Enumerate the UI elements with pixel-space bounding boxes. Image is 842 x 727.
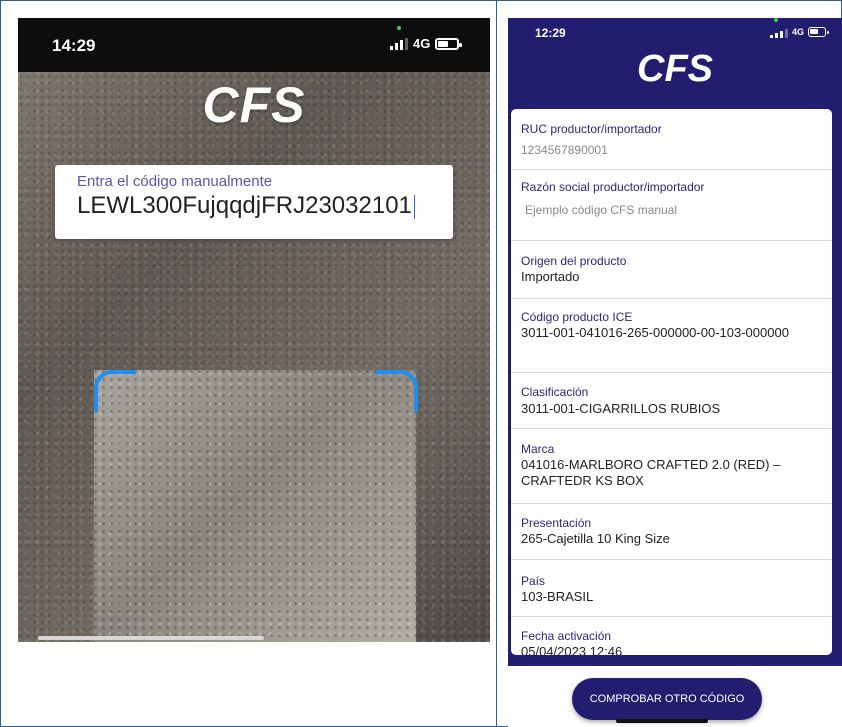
field-label: Origen del producto <box>521 254 627 268</box>
field-razon-social: Razón social productor/importador Ejempl… <box>511 169 832 241</box>
field-marca: Marca 041016-MARLBORO CRAFTED 2.0 (RED) … <box>511 428 832 504</box>
field-value: Ejemplo código CFS manual <box>525 203 678 217</box>
check-another-code-button[interactable]: COMPROBAR OTRO CÓDIGO <box>572 678 762 720</box>
signal-icon <box>390 37 408 50</box>
camera-indicator-icon <box>397 26 401 30</box>
scan-target-area[interactable] <box>94 370 416 642</box>
signal-icon <box>770 26 788 38</box>
field-label: Presentación <box>521 516 592 530</box>
screenshot-divider <box>496 0 497 727</box>
app-logo: CFS <box>202 77 306 133</box>
field-value: 265-Cajetilla 10 King Size <box>521 531 670 546</box>
text-cursor <box>413 194 415 219</box>
field-value: 1234567890001 <box>521 143 608 157</box>
network-type: 4G <box>792 27 805 37</box>
field-label: Clasificación <box>521 385 589 399</box>
field-label: Marca <box>521 442 555 456</box>
battery-icon <box>435 37 463 50</box>
camera-scan-screen: 14:29 4G CFS Entra el código manualmente… <box>18 18 490 642</box>
scan-corner-top-right <box>376 370 418 412</box>
field-value: 041016-MARLBORO CRAFTED 2.0 (RED) – CRAF… <box>521 457 781 488</box>
field-presentacion: Presentación 265-Cajetilla 10 King Size <box>511 503 832 560</box>
field-value: 3011-001-CIGARRILLOS RUBIOS <box>521 401 721 416</box>
field-label: País <box>521 574 546 588</box>
field-value: 103-BRASIL <box>521 589 594 604</box>
code-result-screen: 12:29 4G CFS RUC productor/importador 12… <box>508 18 842 727</box>
status-time: 14:29 <box>52 36 96 55</box>
field-fecha-activacion: Fecha activación 05/04/2023 12:46 <box>511 616 832 655</box>
field-ruc: RUC productor/importador 1234567890001 <box>511 109 832 170</box>
field-pais: País 103-BRASIL <box>511 559 832 617</box>
field-label: Razón social productor/importador <box>521 180 705 194</box>
battery-icon <box>808 27 830 37</box>
product-info-card: RUC productor/importador 1234567890001 R… <box>511 109 832 655</box>
field-codigo-ice: Código producto ICE 3011-001-041016-265-… <box>511 298 832 373</box>
field-origen: Origen del producto Importado <box>511 240 832 299</box>
network-status: 4G <box>770 26 830 38</box>
field-value: Importado <box>521 269 580 284</box>
manual-code-label: Entra el código manualmente <box>77 173 273 190</box>
field-label: Código producto ICE <box>521 310 633 324</box>
scan-corner-top-left <box>94 370 136 412</box>
network-status: 4G <box>390 36 463 51</box>
field-label: Fecha activación <box>521 629 612 643</box>
manual-code-value[interactable]: LEWL300FujqqdjFRJ23032101 <box>77 192 415 220</box>
status-bar: 14:29 4G <box>18 18 490 72</box>
field-label: RUC productor/importador <box>521 122 662 136</box>
field-value: 3011-001-041016-265-000000-00-103-000000 <box>521 325 789 340</box>
home-indicator <box>38 636 264 640</box>
home-indicator <box>616 719 708 723</box>
network-type: 4G <box>413 36 431 51</box>
field-clasificacion: Clasificación 3011-001-CIGARRILLOS RUBIO… <box>511 372 832 429</box>
status-time: 12:29 <box>535 26 566 40</box>
app-logo: CFS <box>637 48 713 90</box>
camera-indicator-icon <box>774 18 778 22</box>
manual-code-input[interactable]: Entra el código manualmente LEWL300Fujqq… <box>55 165 453 239</box>
field-value: 05/04/2023 12:46 <box>521 644 623 655</box>
